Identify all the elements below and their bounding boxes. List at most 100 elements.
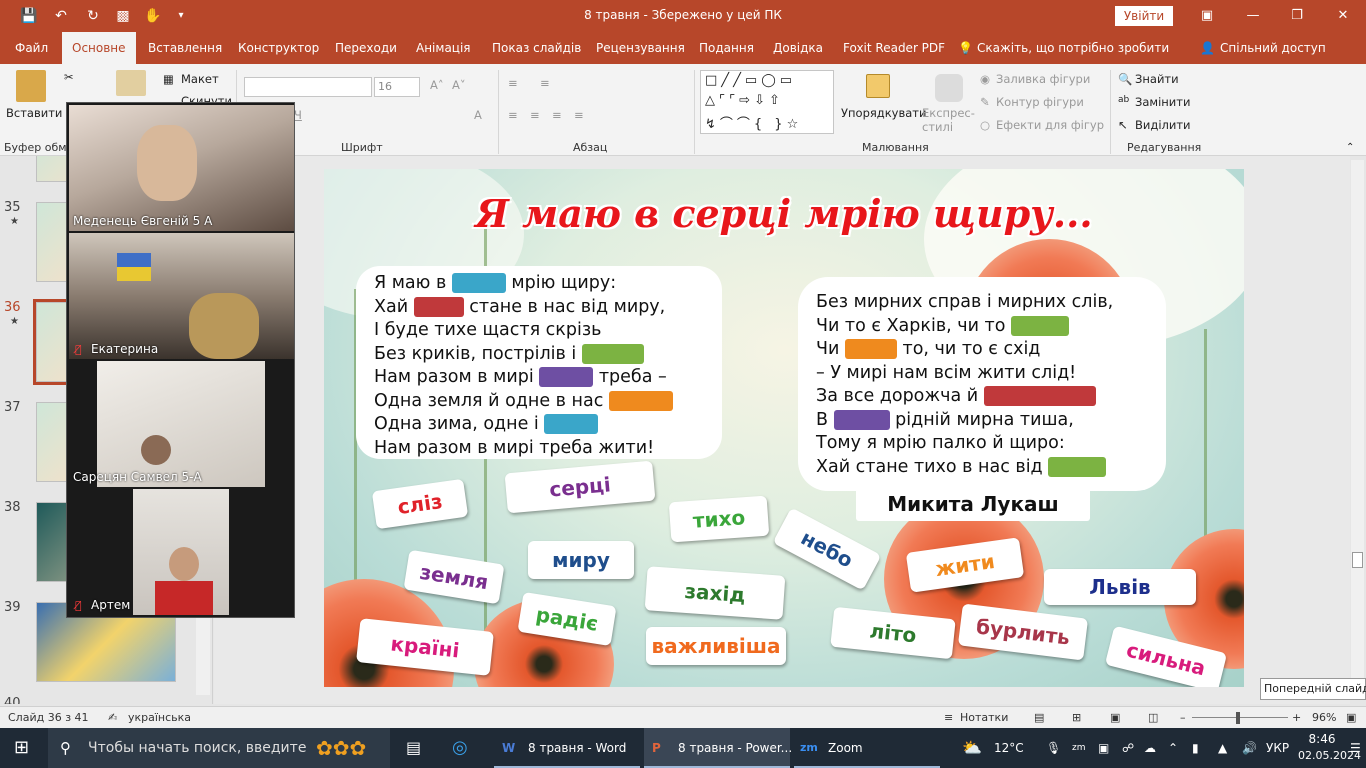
shapes-row-icon[interactable]: □╱╱▭◯▭ xyxy=(705,73,796,88)
quick-styles-icon[interactable] xyxy=(935,74,963,102)
find-icon[interactable]: 🔍 xyxy=(1118,72,1132,86)
slide-sorter-icon[interactable]: ⊞ xyxy=(1072,711,1081,724)
zoom-tray-icon[interactable]: zm xyxy=(1072,728,1086,768)
volume-icon[interactable]: 🔊 xyxy=(1242,728,1257,768)
share-button[interactable]: Спільний доступ xyxy=(1220,32,1326,64)
tab-animations[interactable]: Анімація xyxy=(416,32,471,64)
keyboard-language[interactable]: УКР xyxy=(1266,728,1289,768)
slideshow-icon[interactable]: ◫ xyxy=(1148,711,1158,724)
tray-expand-icon[interactable]: ⌃ xyxy=(1168,728,1178,768)
font-name-box[interactable] xyxy=(244,77,372,97)
taskbar-app-word[interactable]: W 8 травня - Word xyxy=(494,728,640,768)
video-tile[interactable]: Меденець Євгеній 5 А xyxy=(69,105,294,231)
word-card[interactable]: важливіша xyxy=(646,627,786,665)
windows-start-icon[interactable]: ⊞ xyxy=(14,728,29,768)
align-right-icon[interactable]: ≡ xyxy=(552,108,562,122)
underline-icon[interactable]: Ч xyxy=(294,108,302,122)
font-color-icon[interactable]: A xyxy=(474,108,482,122)
tab-design[interactable]: Конструктор xyxy=(238,32,319,64)
search-box[interactable]: ⚲ Чтобы начать поиск, введите ✿✿✿ xyxy=(48,728,390,768)
word-card[interactable]: серці xyxy=(504,460,656,514)
shape-effects-button[interactable]: Ефекти для фігур xyxy=(996,118,1104,132)
zoom-out-icon[interactable]: – xyxy=(1180,711,1186,724)
security-icon[interactable]: ☍ xyxy=(1122,728,1134,768)
shapes-row-icon[interactable]: ↯⌒⌒{ }☆ xyxy=(705,113,802,132)
arrange-button[interactable]: Упорядкувати xyxy=(841,106,926,120)
video-tile[interactable]: 🎙̸ Артем xyxy=(69,489,294,615)
mic-icon[interactable]: 🎙 xyxy=(1046,728,1061,768)
zoom-slider-thumb[interactable] xyxy=(1236,712,1240,724)
ribbon-display-icon[interactable]: ▣ xyxy=(1184,0,1230,32)
word-card[interactable]: миру xyxy=(528,541,634,579)
numbering-icon[interactable]: ≡ xyxy=(540,76,550,90)
zoom-level[interactable]: 96% xyxy=(1312,711,1336,724)
maximize-button[interactable]: ❐ xyxy=(1274,0,1320,32)
fit-slide-icon[interactable]: ▣ xyxy=(1346,711,1356,724)
scrollbar-thumb[interactable] xyxy=(1352,552,1363,568)
taskbar-app-zoom[interactable]: zm Zoom xyxy=(794,728,940,768)
tell-me-search[interactable]: Скажіть, що потрібно зробити xyxy=(977,32,1169,64)
zoom-slider[interactable] xyxy=(1192,717,1288,718)
replace-button[interactable]: Замінити xyxy=(1135,95,1190,109)
cut-icon[interactable]: ✂ xyxy=(64,70,74,84)
increase-font-icon[interactable]: A˄ xyxy=(430,78,444,92)
slide-title[interactable]: Я маю в серці мрію щиру... xyxy=(324,191,1244,236)
align-center-icon[interactable]: ≡ xyxy=(530,108,540,122)
tab-review[interactable]: Рецензування xyxy=(596,32,685,64)
layout-button[interactable]: Макет xyxy=(181,72,219,86)
shapes-gallery[interactable]: □╱╱▭◯▭ △⌜⌜⇨⇩⇧ ↯⌒⌒{ }☆ xyxy=(700,70,834,134)
shape-fill-button[interactable]: Заливка фігури xyxy=(996,72,1090,86)
notes-icon[interactable]: ≡ xyxy=(944,711,953,724)
network-icon[interactable]: ▣ xyxy=(1098,728,1109,768)
word-card[interactable]: земля xyxy=(403,549,505,605)
arrange-icon[interactable] xyxy=(866,74,890,98)
word-card[interactable]: захід xyxy=(644,566,786,620)
reading-view-icon[interactable]: ▣ xyxy=(1110,711,1120,724)
close-button[interactable]: ✕ xyxy=(1320,0,1366,32)
video-tile[interactable]: 🎙̸ Екатерина xyxy=(69,233,294,359)
new-slide-icon[interactable] xyxy=(116,70,146,96)
paste-button[interactable]: Вставити xyxy=(6,106,62,120)
taskbar-app-powerpoint[interactable]: P 8 травня - Power... xyxy=(644,728,792,768)
poem-author[interactable]: Микита Лукаш xyxy=(856,487,1090,521)
slide[interactable]: Я маю в серці мрію щиру... Я маю в мрію … xyxy=(324,169,1244,687)
editor-scrollbar[interactable] xyxy=(1351,160,1364,700)
onedrive-icon[interactable]: ☁ xyxy=(1144,728,1156,768)
paste-icon[interactable] xyxy=(16,70,46,102)
word-card[interactable]: тихо xyxy=(668,495,770,543)
spellcheck-icon[interactable]: ✍ xyxy=(108,711,117,724)
power-icon[interactable]: ▮ xyxy=(1192,728,1199,768)
language-indicator[interactable]: українська xyxy=(128,711,191,724)
font-size-box[interactable]: 16 xyxy=(374,77,420,97)
minimize-button[interactable]: — xyxy=(1230,0,1276,32)
word-card[interactable]: сліз xyxy=(371,478,469,530)
notifications-icon[interactable]: ☰ xyxy=(1350,728,1361,768)
task-view-icon[interactable]: ▤ xyxy=(406,728,421,768)
edge-icon[interactable]: ◎ xyxy=(452,728,468,768)
tab-view[interactable]: Подання xyxy=(699,32,754,64)
word-card[interactable]: Львів xyxy=(1044,569,1196,605)
sign-in-button[interactable]: Увійти xyxy=(1115,6,1173,26)
tab-slideshow[interactable]: Показ слайдів xyxy=(492,32,581,64)
bullets-icon[interactable]: ≡ xyxy=(508,76,518,90)
tab-foxit[interactable]: Foxit Reader PDF xyxy=(843,32,945,64)
align-left-icon[interactable]: ≡ xyxy=(508,108,518,122)
justify-icon[interactable]: ≡ xyxy=(574,108,584,122)
select-icon[interactable]: ↖ xyxy=(1118,118,1128,132)
tab-home[interactable]: Основне xyxy=(62,32,136,64)
decrease-font-icon[interactable]: A˅ xyxy=(452,78,466,92)
effects-icon[interactable]: ○ xyxy=(980,118,990,132)
outline-icon[interactable]: ✎ xyxy=(980,95,990,109)
tab-file[interactable]: Файл xyxy=(15,32,48,64)
clock[interactable]: 8:46 02.05.2024 xyxy=(1298,730,1361,766)
video-tile[interactable]: Сарецян Самвел 5-А xyxy=(69,361,294,487)
quick-styles-button[interactable]: Експрес-стилі xyxy=(922,106,975,134)
find-button[interactable]: Знайти xyxy=(1135,72,1179,86)
poem-left[interactable]: Я маю в мрію щиру: Хай стане в нас від м… xyxy=(356,266,722,459)
zoom-in-icon[interactable]: + xyxy=(1292,711,1301,724)
replace-icon[interactable]: ab xyxy=(1118,95,1129,105)
layout-icon[interactable]: ▦ xyxy=(163,72,174,86)
fill-icon[interactable]: ◉ xyxy=(980,72,990,86)
shape-outline-button[interactable]: Контур фігури xyxy=(996,95,1084,109)
tab-help[interactable]: Довідка xyxy=(773,32,823,64)
